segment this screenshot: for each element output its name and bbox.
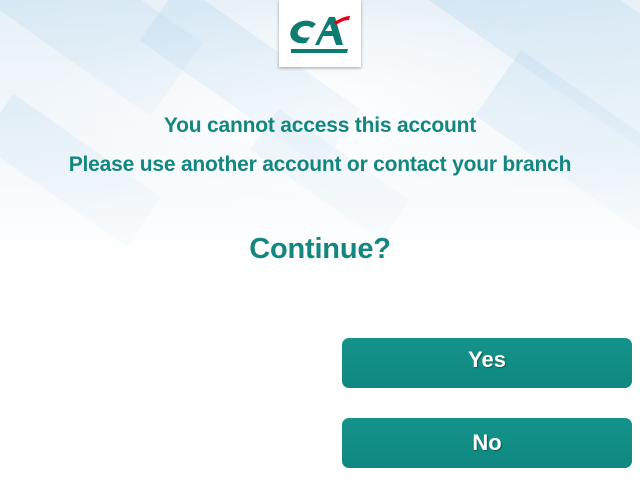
credit-agricole-logo-icon: [290, 16, 350, 53]
yes-button[interactable]: Yes: [342, 338, 632, 388]
bank-logo: [279, 0, 361, 67]
no-button[interactable]: No: [342, 418, 632, 468]
error-message-line2: Please use another account or contact yo…: [68, 153, 572, 176]
error-message-line1: You cannot access this account: [163, 114, 477, 137]
continue-question: Continue?: [249, 233, 391, 265]
